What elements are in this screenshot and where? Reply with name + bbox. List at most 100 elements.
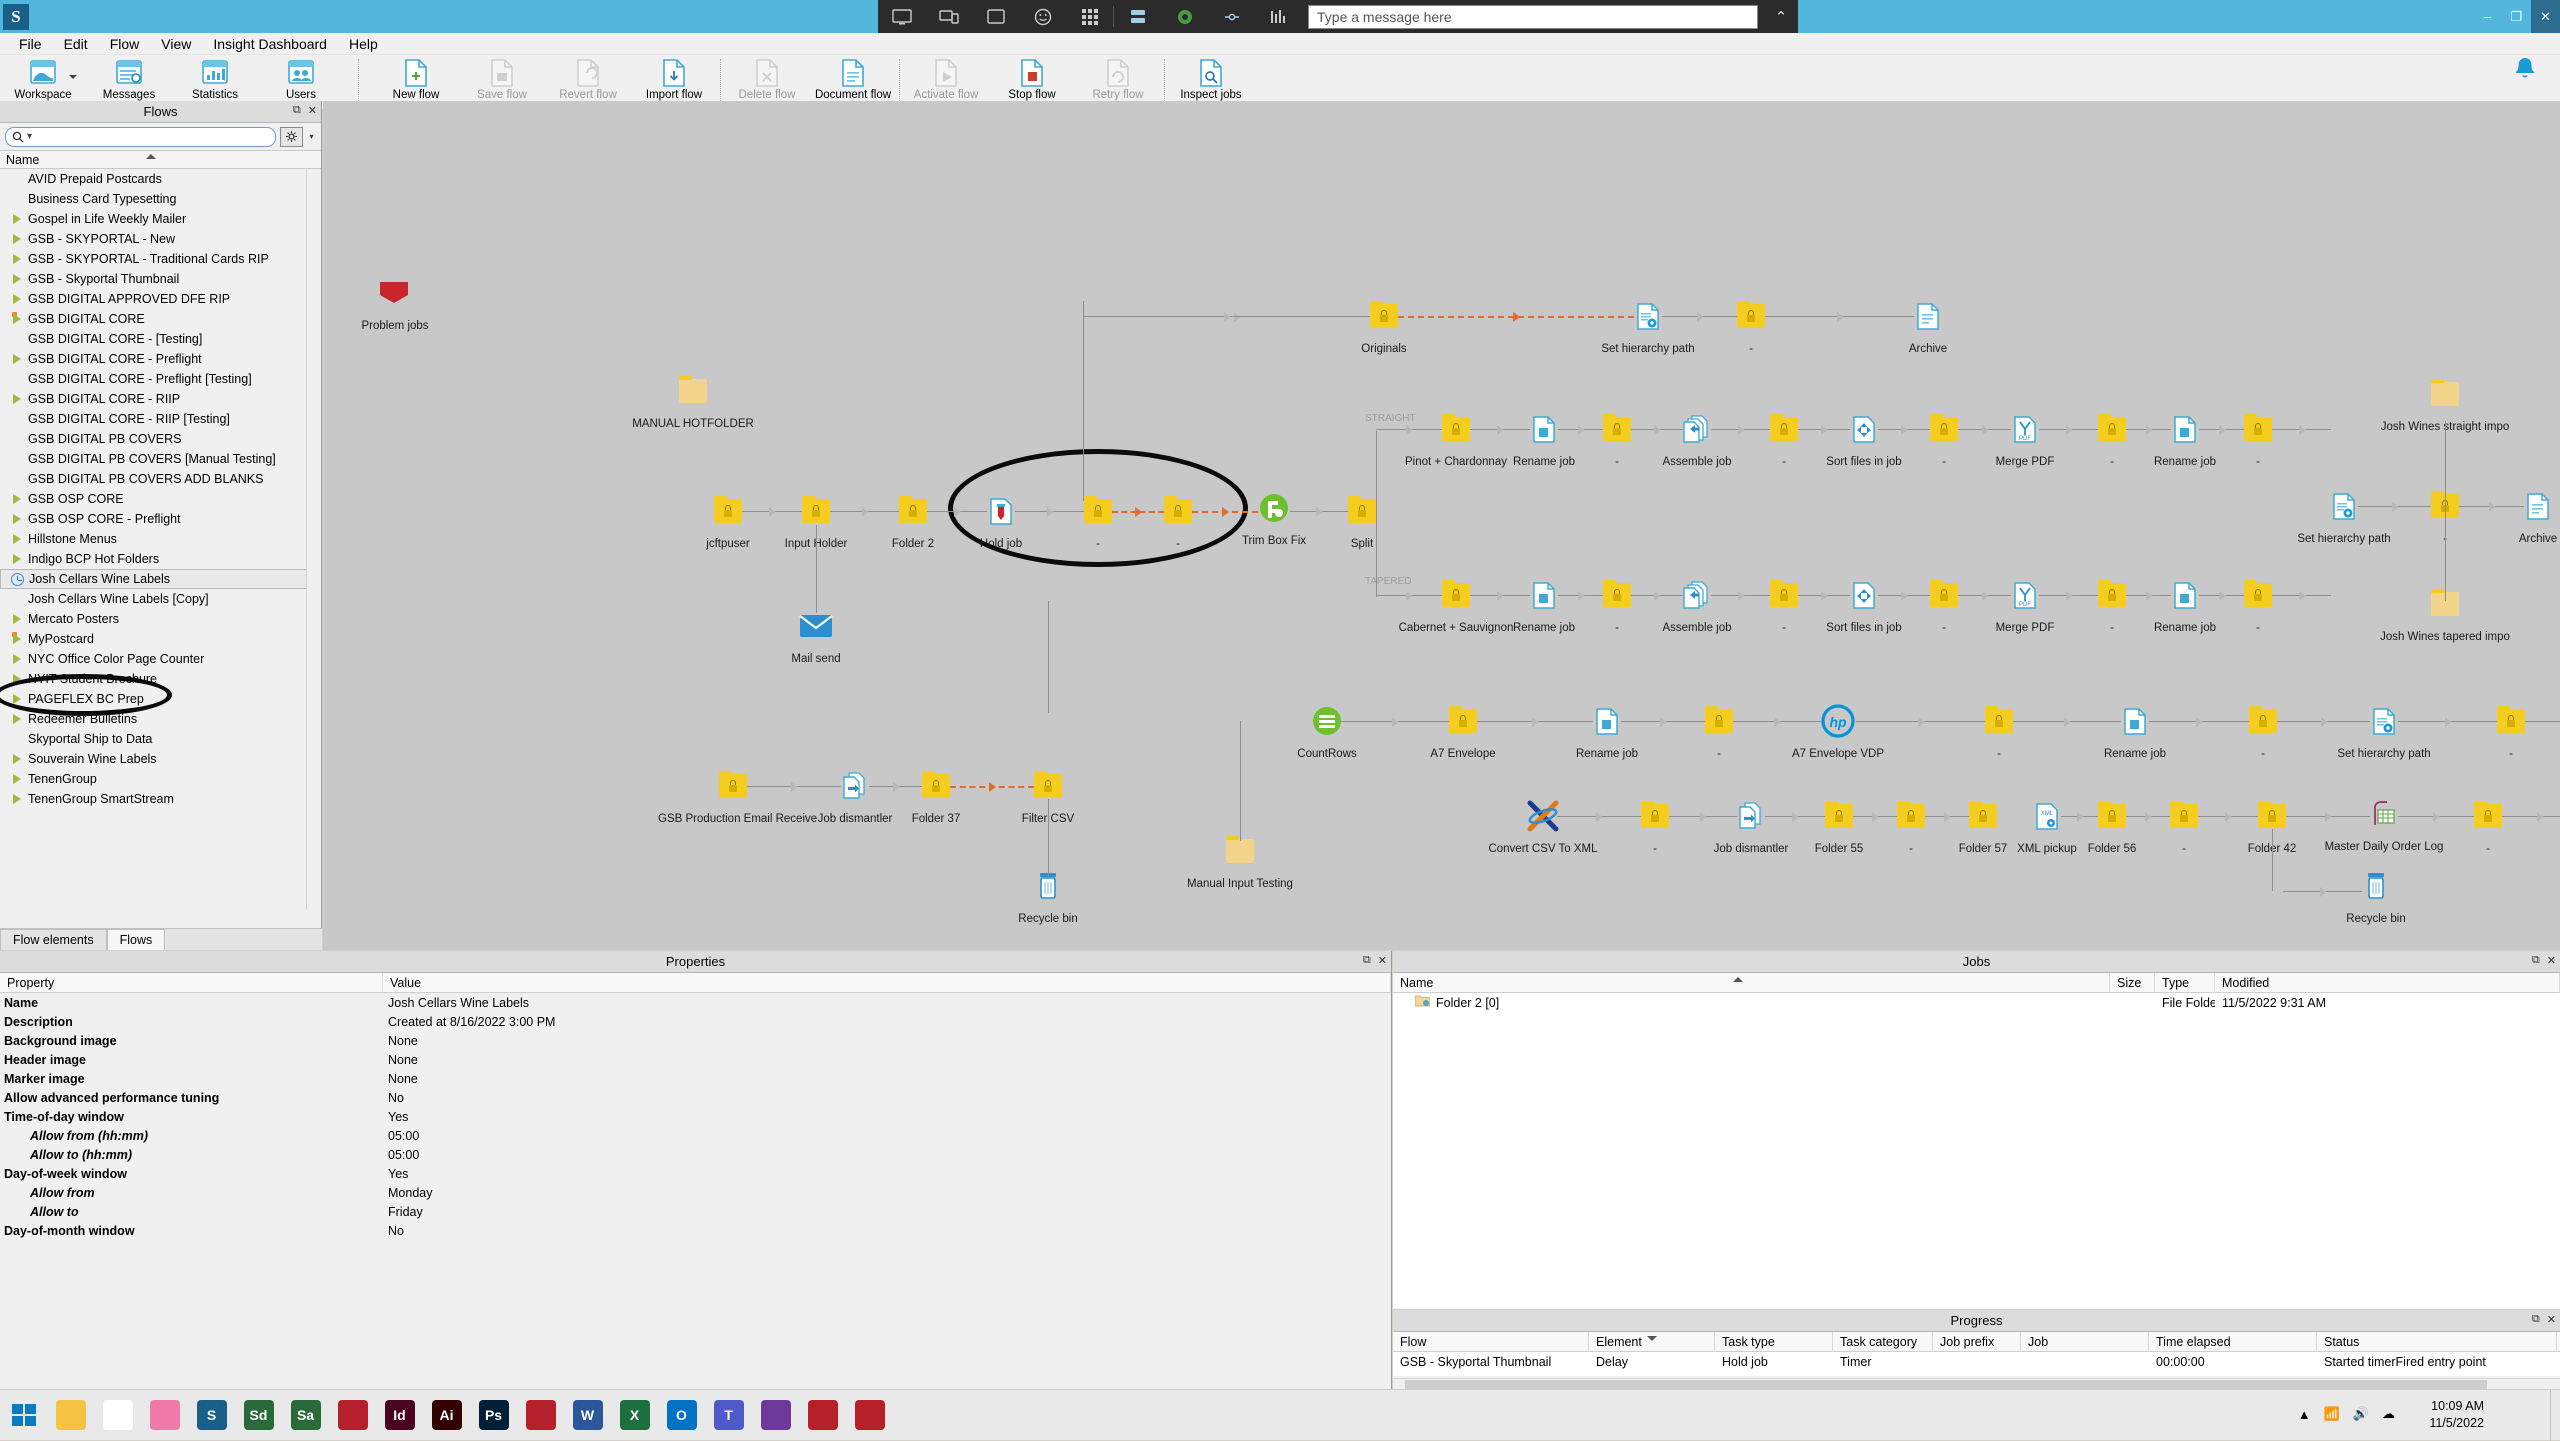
property-row[interactable]: Marker image None xyxy=(0,1069,1391,1088)
teams-icon[interactable]: T xyxy=(705,1390,752,1441)
tab-flows[interactable]: Flows xyxy=(106,929,166,950)
property-row[interactable]: Allow advanced performance tuning No xyxy=(0,1088,1391,1107)
media-icon[interactable] xyxy=(752,1390,799,1441)
play-icon[interactable] xyxy=(10,693,23,706)
property-row[interactable]: Allow to Friday xyxy=(0,1202,1391,1221)
chevron-up-icon[interactable]: ⌃ xyxy=(1764,0,1798,33)
jobs-col-size[interactable]: Size xyxy=(2110,972,2155,993)
taskbar-clock[interactable]: 10:09 AM 11/5/2022 xyxy=(2429,1398,2484,1432)
sidebar-item-gsb-digital-core-testing[interactable]: GSB DIGITAL CORE - [Testing] xyxy=(0,329,307,349)
property-value[interactable]: 05:00 xyxy=(383,1129,419,1143)
progress-col-element[interactable]: Element xyxy=(1589,1331,1715,1352)
sidebar-item-gsb-digital-core-preflight-testing[interactable]: GSB DIGITAL CORE - Preflight [Testing] xyxy=(0,369,307,389)
menu-item-file[interactable]: File xyxy=(8,33,53,55)
property-value[interactable]: No xyxy=(383,1224,404,1238)
switch-icon[interactable] xyxy=(141,1390,188,1441)
status-none-icon[interactable] xyxy=(10,433,23,446)
panel-close-icon[interactable]: ✕ xyxy=(1378,954,1387,967)
sidebar-item-gsb-digital-core[interactable]: GSB DIGITAL CORE xyxy=(0,309,307,329)
panel-float-icon[interactable]: ⧉ xyxy=(293,104,301,117)
property-value[interactable]: None xyxy=(383,1053,418,1067)
pdf2-icon[interactable] xyxy=(846,1390,893,1441)
close-button[interactable]: ✕ xyxy=(2531,0,2560,33)
chevron-up-icon[interactable]: ▲ xyxy=(2298,1407,2311,1422)
server-icon[interactable] xyxy=(1114,0,1161,33)
table-row[interactable]: GSB - Skyportal Thumbnail Delay Hold job Ti… xyxy=(1393,1352,2560,1372)
property-value[interactable]: 05:00 xyxy=(383,1148,419,1162)
progress-col-status[interactable]: Status xyxy=(2317,1331,2557,1352)
status-none-icon[interactable] xyxy=(10,373,23,386)
excel-icon[interactable]: X xyxy=(611,1390,658,1441)
sidebar-item-souverain-wine-labels[interactable]: Souverain Wine Labels xyxy=(0,749,307,769)
filter-icon[interactable] xyxy=(280,126,303,147)
sidebar-item-gsb-digital-pb-covers[interactable]: GSB DIGITAL PB COVERS xyxy=(0,429,307,449)
cloud-icon[interactable]: ☁ xyxy=(2382,1406,2395,1422)
play-icon[interactable] xyxy=(10,713,23,726)
status-none-icon[interactable] xyxy=(10,333,23,346)
property-row[interactable]: Day-of-month window No xyxy=(0,1221,1391,1240)
progress-col-task-type[interactable]: Task type xyxy=(1715,1331,1833,1352)
sidebar-item-nyc-office-color-page-counter[interactable]: NYC Office Color Page Counter xyxy=(0,649,307,669)
play-icon[interactable] xyxy=(10,631,23,646)
status-none-icon[interactable] xyxy=(10,173,23,186)
menu-item-view[interactable]: View xyxy=(150,33,202,55)
sidebar-item-tenengroup[interactable]: TenenGroup xyxy=(0,769,307,789)
property-value[interactable]: No xyxy=(383,1091,404,1105)
sidebar-item-indigo-bcp-hot-folders[interactable]: Indigo BCP Hot Folders xyxy=(0,549,307,569)
menu-item-help[interactable]: Help xyxy=(338,33,389,55)
play-icon[interactable] xyxy=(10,213,23,226)
play-icon[interactable] xyxy=(10,673,23,686)
panel-float-icon[interactable]: ⧉ xyxy=(1363,954,1371,967)
outlook-icon[interactable]: O xyxy=(658,1390,705,1441)
sidebar-item-mercato-posters[interactable]: Mercato Posters xyxy=(0,609,307,629)
monitor-icon[interactable] xyxy=(878,0,925,33)
circle-icon[interactable] xyxy=(1161,0,1208,33)
clock-icon[interactable] xyxy=(11,572,24,586)
message-input[interactable]: Type a message here xyxy=(1308,4,1758,29)
progress-col-time-elapsed[interactable]: Time elapsed xyxy=(2149,1331,2317,1352)
play-icon[interactable] xyxy=(10,793,23,806)
play-icon[interactable] xyxy=(10,393,23,406)
flows-list-scrollbar[interactable] xyxy=(306,169,321,909)
show-desktop-button[interactable] xyxy=(2550,1390,2560,1441)
flows-list[interactable]: AVID Prepaid Postcards Business Card Type… xyxy=(0,169,321,909)
sidebar-item-gsb-skyportal-traditional-cards-rip[interactable]: GSB - SKYPORTAL - Traditional Cards RIP xyxy=(0,249,307,269)
play-icon[interactable] xyxy=(10,233,23,246)
sidebar-item-tenengroup-smartstream[interactable]: TenenGroup SmartStream xyxy=(0,789,307,809)
property-value[interactable]: Yes xyxy=(383,1167,408,1181)
status-none-icon[interactable] xyxy=(10,453,23,466)
sidebar-item-pageflex-bc-prep[interactable]: PAGEFLEX BC Prep xyxy=(0,689,307,709)
progress-horizontal-scrollbar[interactable] xyxy=(1393,1378,2560,1389)
bell-icon[interactable] xyxy=(2508,52,2542,86)
status-none-icon[interactable] xyxy=(10,733,23,746)
tab-flow-elements[interactable]: Flow elements xyxy=(0,929,107,950)
maximize-button[interactable]: ❐ xyxy=(2502,0,2531,33)
sidebar-item-gsb-digital-pb-covers-manual-testing[interactable]: GSB DIGITAL PB COVERS [Manual Testing] xyxy=(0,449,307,469)
property-row[interactable]: Header image None xyxy=(0,1050,1391,1069)
windows-start-icon[interactable] xyxy=(0,1390,47,1441)
sidebar-item-gospel-in-life-weekly-mailer[interactable]: Gospel in Life Weekly Mailer xyxy=(0,209,307,229)
play-icon[interactable] xyxy=(10,293,23,306)
play-icon[interactable] xyxy=(10,653,23,666)
illustrator-icon[interactable]: Ai xyxy=(423,1390,470,1441)
sidebar-item-gsb-digital-pb-covers-add-blanks[interactable]: GSB DIGITAL PB COVERS ADD BLANKS xyxy=(0,469,307,489)
panel-close-icon[interactable]: ✕ xyxy=(308,104,317,117)
menu-item-edit[interactable]: Edit xyxy=(53,33,99,55)
flow-canvas[interactable]: Problem jobs MANUAL HOTFOLDER Originals Set… xyxy=(323,101,2560,950)
sidebar-item-gsb-skyportal-new[interactable]: GSB - SKYPORTAL - New xyxy=(0,229,307,249)
sidebar-item-avid-prepaid-postcards[interactable]: AVID Prepaid Postcards xyxy=(0,169,307,189)
panel-float-icon[interactable]: ⧉ xyxy=(2532,954,2540,967)
progress-col-job-prefix[interactable]: Job prefix xyxy=(1933,1331,2021,1352)
sidebar-item-gsb-osp-core[interactable]: GSB OSP CORE xyxy=(0,489,307,509)
play-icon[interactable] xyxy=(10,773,23,786)
play-icon[interactable] xyxy=(10,311,23,326)
panel-close-icon[interactable]: ✕ xyxy=(2547,954,2556,967)
chrome-icon[interactable] xyxy=(94,1390,141,1441)
pdf-icon[interactable] xyxy=(799,1390,846,1441)
property-row[interactable]: Allow from Monday xyxy=(0,1183,1391,1202)
chevron-down-icon[interactable] xyxy=(69,75,77,79)
play-icon[interactable] xyxy=(10,273,23,286)
flows-list-header[interactable]: Name xyxy=(0,150,321,169)
properties-col-value[interactable]: Value xyxy=(383,972,1391,993)
sidebar-item-mypostcard[interactable]: MyPostcard xyxy=(0,629,307,649)
